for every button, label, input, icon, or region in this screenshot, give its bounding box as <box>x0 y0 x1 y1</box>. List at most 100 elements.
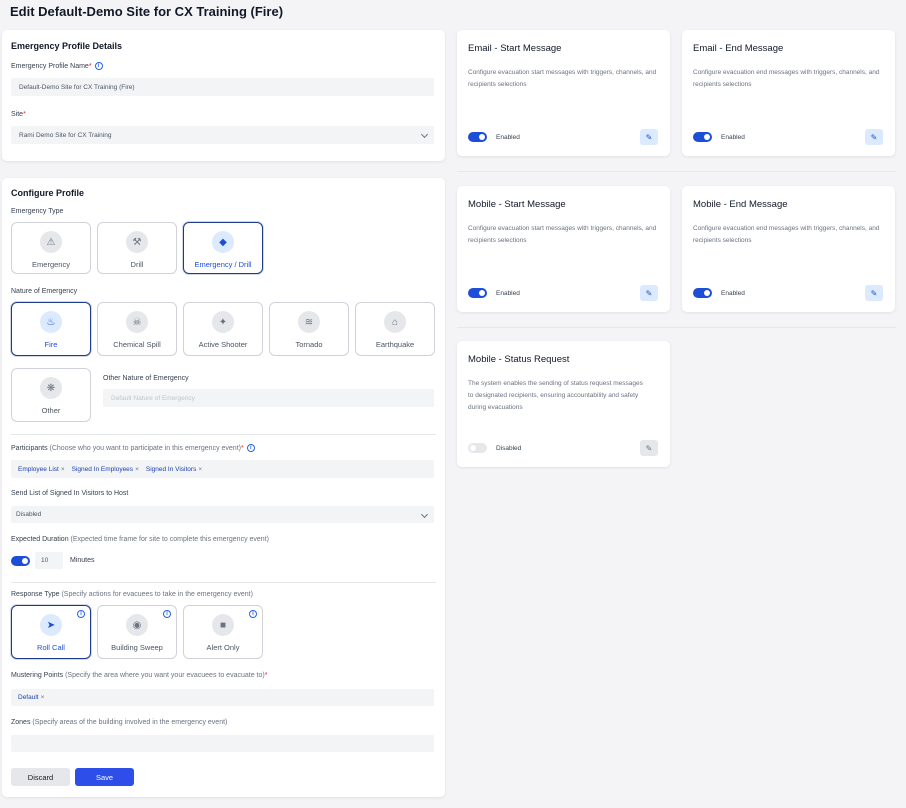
duration-toggle[interactable] <box>11 556 30 566</box>
participants-label: Participants (Choose who you want to par… <box>11 444 255 452</box>
edit-button[interactable]: ✎ <box>640 129 658 145</box>
remove-tag-icon[interactable]: × <box>41 694 45 701</box>
divider <box>457 171 896 172</box>
message-card-mobile-status-request: Mobile - Status Request The system enabl… <box>457 341 670 467</box>
info-icon[interactable]: i <box>94 62 103 70</box>
message-desc: The system enables the sending of status… <box>468 380 643 411</box>
message-desc: Configure evacuation start messages with… <box>468 69 657 88</box>
other-nature-input[interactable]: Default Nature of Emergency <box>103 389 434 407</box>
emergency-type-label: Emergency Type <box>11 208 64 215</box>
nature-option-tornado[interactable]: ≋ Tornado <box>269 302 349 356</box>
nature-option-label: Active Shooter <box>198 340 248 349</box>
response-type-label: Response Type (Specify actions for evacu… <box>11 591 253 598</box>
warning-triangle-icon: ⚠ <box>40 231 62 253</box>
message-toggle[interactable] <box>693 288 712 298</box>
response-option-roll-call[interactable]: i ➤ Roll Call <box>11 605 91 659</box>
alert-icon: ■ <box>212 614 234 636</box>
site-label: Site* <box>11 111 26 118</box>
nature-option-label: Fire <box>44 340 58 349</box>
type-option-drill[interactable]: ⚒ Drill <box>97 222 177 274</box>
message-status: Enabled <box>496 290 520 297</box>
message-desc: Configure evacuation end messages with t… <box>693 225 880 244</box>
type-option-label: Drill <box>130 260 144 269</box>
divider <box>11 582 436 583</box>
message-toggle[interactable] <box>468 288 487 298</box>
profile-details-card: Emergency Profile Details Emergency Prof… <box>2 30 445 161</box>
mustering-multiselect[interactable]: Default × <box>11 689 434 706</box>
tornado-icon: ≋ <box>298 311 320 333</box>
pencil-icon: ✎ <box>645 443 653 453</box>
message-title: Mobile - End Message <box>693 199 788 210</box>
nature-option-earthquake[interactable]: ⌂ Earthquake <box>355 302 435 356</box>
message-title: Mobile - Status Request <box>468 354 570 365</box>
nature-option-active-shooter[interactable]: ✦ Active Shooter <box>183 302 263 356</box>
edit-button[interactable]: ✎ <box>640 285 658 301</box>
send-list-value: Disabled <box>16 511 42 518</box>
megaphone-icon: ➤ <box>40 614 62 636</box>
chemical-spill-icon: ☠ <box>126 311 148 333</box>
edit-button[interactable]: ✎ <box>640 440 658 456</box>
message-title: Email - End Message <box>693 43 784 54</box>
zones-label: Zones (Specify areas of the building inv… <box>11 719 228 726</box>
message-toggle[interactable] <box>468 443 487 453</box>
pencil-icon: ✎ <box>645 132 653 142</box>
mustering-tag: Default × <box>18 694 45 701</box>
nature-label: Nature of Emergency <box>11 288 78 295</box>
discard-button[interactable]: Discard <box>11 768 70 786</box>
info-icon[interactable]: i <box>246 444 255 452</box>
message-card-email-start: Email - Start Message Configure evacuati… <box>457 30 670 156</box>
send-list-label: Send List of Signed In Visitors to Host <box>11 490 129 497</box>
chevron-down-icon <box>420 130 429 139</box>
configure-profile-title: Configure Profile <box>11 188 85 198</box>
info-icon[interactable]: i <box>77 610 85 618</box>
response-option-label: Alert Only <box>206 643 240 652</box>
message-desc: Configure evacuation end messages with t… <box>693 69 880 88</box>
info-icon[interactable]: i <box>249 610 257 618</box>
nature-option-label: Other <box>41 406 61 415</box>
message-toggle[interactable] <box>693 132 712 142</box>
mustering-label: Mustering Points (Specify the area where… <box>11 672 268 679</box>
edit-button[interactable]: ✎ <box>865 129 883 145</box>
nature-option-other[interactable]: ❋ Other <box>11 368 91 422</box>
duration-input[interactable]: 10 <box>35 552 63 569</box>
type-option-emergency[interactable]: ⚠ Emergency <box>11 222 91 274</box>
profile-name-input[interactable]: Default-Demo Site for CX Training (Fire) <box>11 78 434 96</box>
message-status: Enabled <box>496 134 520 141</box>
site-select[interactable]: Rami Demo Site for CX Training <box>11 126 434 144</box>
profile-name-label: Emergency Profile Name* i <box>11 62 103 70</box>
nature-option-label: Chemical Spill <box>113 340 161 349</box>
earthquake-icon: ⌂ <box>384 311 406 333</box>
send-list-select[interactable]: Disabled <box>11 506 434 523</box>
edit-button[interactable]: ✎ <box>865 285 883 301</box>
message-status: Enabled <box>721 290 745 297</box>
message-title: Mobile - Start Message <box>468 199 566 210</box>
remove-tag-icon[interactable]: × <box>135 466 139 473</box>
nature-option-fire[interactable]: ♨ Fire <box>11 302 91 356</box>
info-icon[interactable]: i <box>163 610 171 618</box>
message-toggle[interactable] <box>468 132 487 142</box>
message-desc: Configure evacuation start messages with… <box>468 225 657 244</box>
participants-multiselect[interactable]: Employee List × Signed In Employees × Sign… <box>11 460 434 478</box>
chevron-down-icon <box>420 510 429 518</box>
nature-option-label: Tornado <box>295 340 323 349</box>
message-card-mobile-end: Mobile - End Message Configure evacuatio… <box>682 186 895 312</box>
type-option-label: Emergency <box>32 260 70 269</box>
type-option-emergency-drill[interactable]: ◆ Emergency / Drill <box>183 222 263 274</box>
nature-option-chemical-spill[interactable]: ☠ Chemical Spill <box>97 302 177 356</box>
response-option-alert-only[interactable]: i ■ Alert Only <box>183 605 263 659</box>
drill-icon: ⚒ <box>126 231 148 253</box>
save-button[interactable]: Save <box>75 768 134 786</box>
message-title: Email - Start Message <box>468 43 562 54</box>
remove-tag-icon[interactable]: × <box>61 466 65 473</box>
zones-input[interactable] <box>11 735 434 752</box>
other-nature-placeholder: Default Nature of Emergency <box>111 394 195 402</box>
participant-tag: Signed In Visitors × <box>145 465 203 473</box>
pencil-icon: ✎ <box>870 132 878 142</box>
response-option-label: Building Sweep <box>111 643 163 652</box>
site-select-value: Rami Demo Site for CX Training <box>19 131 112 139</box>
response-option-building-sweep[interactable]: i ◉ Building Sweep <box>97 605 177 659</box>
remove-tag-icon[interactable]: × <box>198 466 202 473</box>
pencil-icon: ✎ <box>870 288 878 298</box>
diamond-alert-icon: ◆ <box>212 231 234 253</box>
participant-tag: Employee List × <box>18 465 65 473</box>
